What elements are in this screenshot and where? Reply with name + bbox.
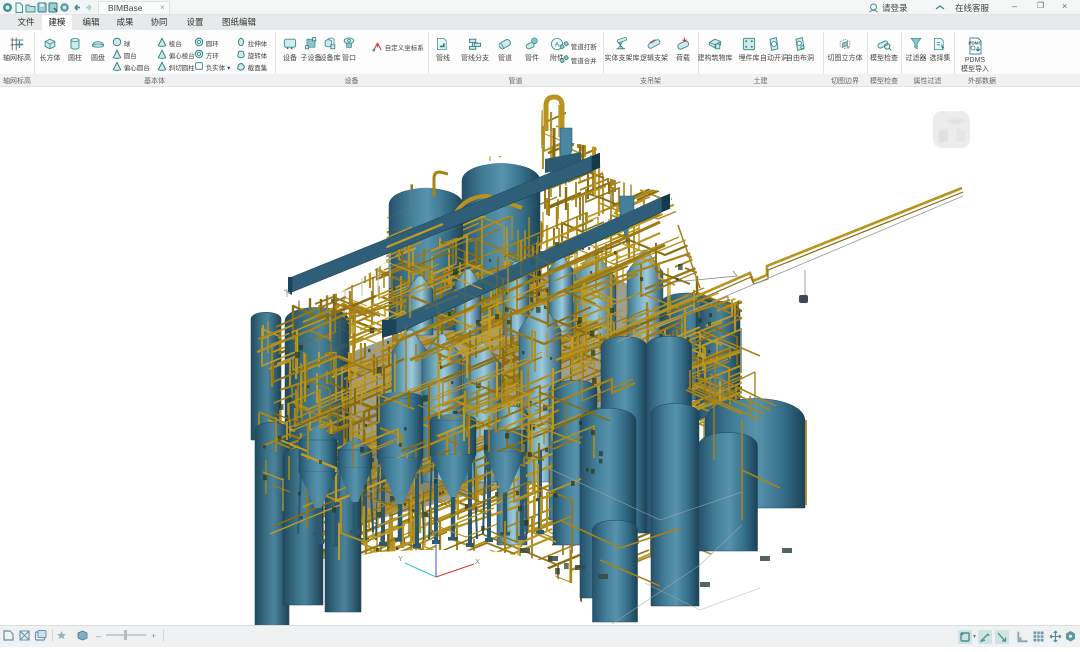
svg-text:X: X: [475, 557, 480, 566]
svg-text:Z: Z: [433, 530, 438, 539]
svg-text:Y: Y: [398, 554, 403, 563]
svg-text:PDMS: PDMS: [968, 41, 981, 46]
